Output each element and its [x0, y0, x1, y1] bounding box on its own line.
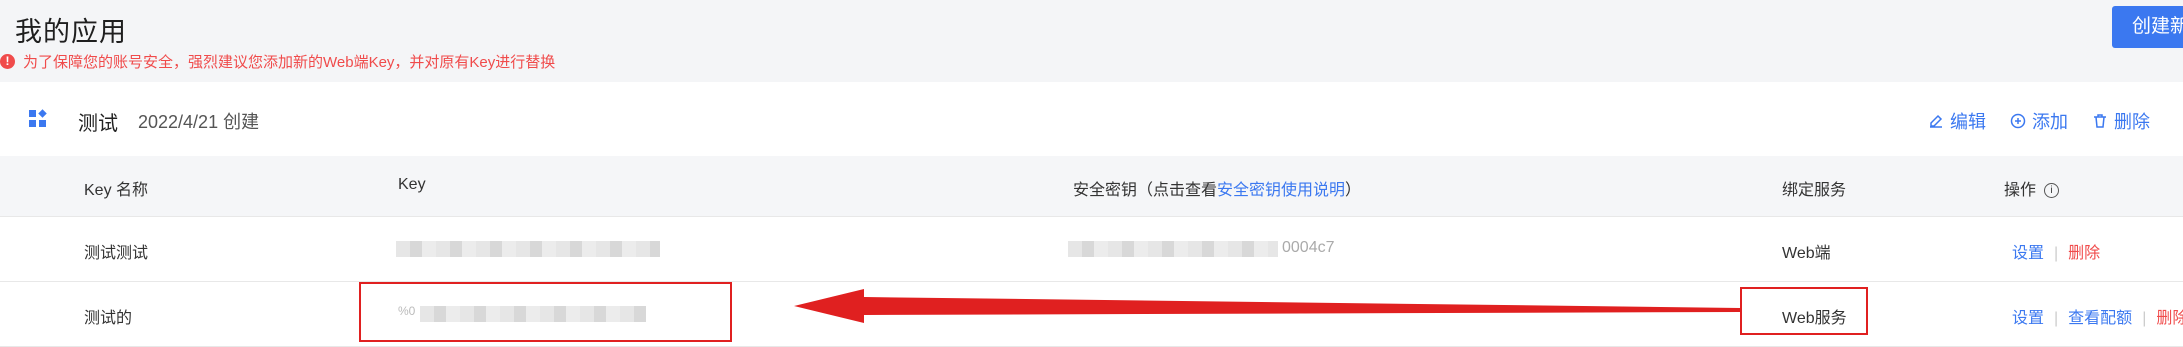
secret-value-masked [1068, 241, 1278, 257]
delete-key-link[interactable]: 删除 [2068, 245, 2100, 262]
col-ops: 操作 i [2004, 176, 2060, 200]
col-key: Key [398, 176, 426, 193]
col-service: 绑定服务 [1782, 182, 1847, 199]
create-app-button[interactable]: 创建新应用 [2112, 6, 2183, 48]
key-name: 测试的 [84, 310, 133, 327]
edit-icon [1930, 114, 1943, 128]
bound-service: Web端 [1782, 245, 1831, 262]
delete-label: 删除 [2114, 112, 2150, 132]
table-header: Key 名称 Key 安全密钥（点击查看安全密钥使用说明） 绑定服务 操作 i [0, 156, 2183, 217]
secret-tail: 0004c7 [1282, 239, 1335, 256]
security-warning: ! 为了保障您的账号安全，强烈建议您添加新的Web端Key，并对原有Key进行替… [0, 50, 555, 72]
plus-circle-icon [2010, 113, 2026, 129]
alert-circle-icon: ! [0, 53, 15, 69]
settings-link[interactable]: 设置 [2012, 245, 2044, 262]
edit-label: 编辑 [1950, 112, 1986, 132]
col-key-name: Key 名称 [84, 182, 149, 199]
secret-help-link[interactable]: 安全密钥使用说明 [1217, 182, 1345, 199]
page-title: 我的应用 [15, 17, 127, 47]
add-label: 添加 [2032, 112, 2068, 132]
app-created-date: 2022/4/21 创建 [138, 112, 260, 132]
key-highlight-box [359, 282, 732, 342]
delete-app-button[interactable]: 删除 [2092, 108, 2150, 134]
col-secret: 安全密钥（点击查看安全密钥使用说明） [1073, 182, 1362, 199]
app-name: 测试 [78, 113, 118, 135]
app-actions: 编辑 添加 删除 [1928, 108, 2150, 134]
row-ops: 设置 | 删除 [2012, 245, 2101, 262]
key-name: 测试测试 [84, 245, 149, 262]
app-card-header: 测试 2022/4/21 创建 编辑 添加 删除 [0, 82, 2183, 156]
key-value-masked [396, 241, 660, 257]
warning-text: 为了保障您的账号安全，强烈建议您添加新的Web端Key，并对原有Key进行替换 [23, 53, 556, 71]
trash-icon [2094, 114, 2106, 128]
service-highlight-box [1740, 287, 1868, 335]
info-icon[interactable]: i [2044, 183, 2060, 199]
add-key-button[interactable]: 添加 [2010, 108, 2068, 134]
app-grid-icon [29, 109, 47, 127]
view-quota-link[interactable]: 查看配额 [2068, 310, 2132, 327]
edit-app-button[interactable]: 编辑 [1928, 108, 1986, 134]
settings-link[interactable]: 设置 [2012, 310, 2044, 327]
table-row: 测试测试 0004c7 Web端 设置 | 删除 [0, 217, 2183, 282]
row-ops: 设置 | 查看配额 | 删除 [2012, 304, 2183, 328]
delete-key-link[interactable]: 删除 [2156, 310, 2183, 327]
